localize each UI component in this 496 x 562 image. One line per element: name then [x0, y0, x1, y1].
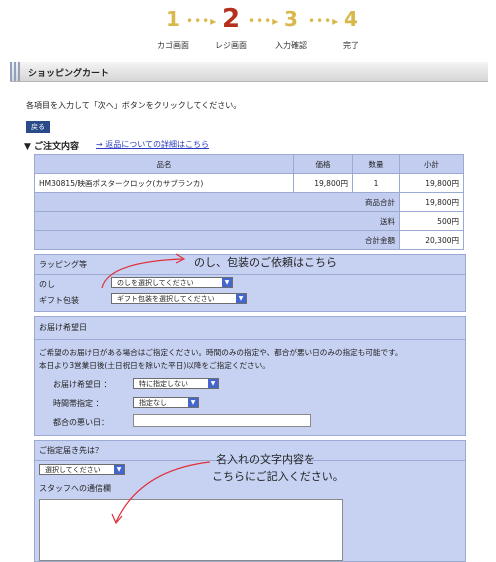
annotation-wrapping: のし、包装のご依頼はこちら: [194, 256, 337, 269]
annotation-engraving-2: こちらにご記入ください。: [212, 470, 344, 483]
annotation-engraving-1: 名入れの文字内容を: [216, 453, 315, 466]
